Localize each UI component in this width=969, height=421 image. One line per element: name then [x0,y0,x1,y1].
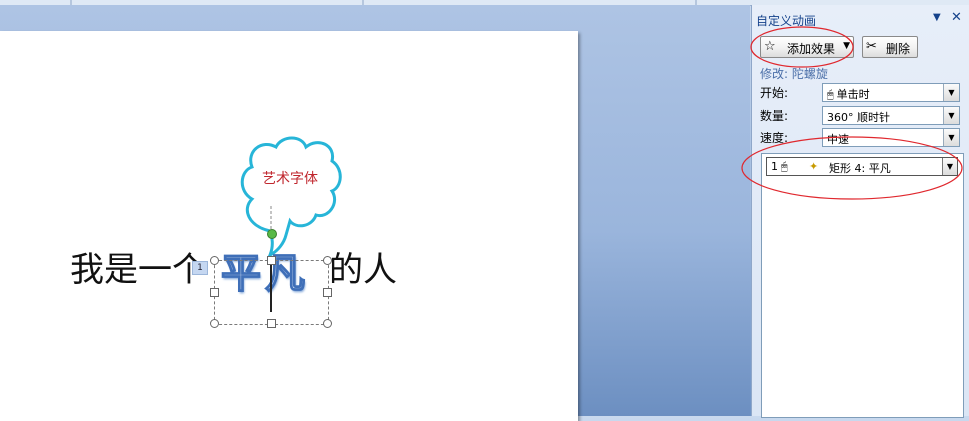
slide[interactable]: 艺术字体 我是一个 平凡 的人 1 [0,31,578,421]
speed-select[interactable]: 中速 ▼ [822,128,960,147]
custom-animation-pane: 自定义动画 ▼ ✕ ☆ 添加效果 ▼ ✂ 删除 修改: 陀螺旋 开始: 🖱 单击时… [751,5,969,418]
chevron-down-icon[interactable]: ▼ [943,84,959,101]
mouse-icon: 🖱 [827,88,834,101]
resize-handle-bottom[interactable] [267,319,276,328]
start-value: 单击时 [836,88,870,101]
resize-handle-top-left[interactable] [210,256,219,265]
add-effect-button[interactable]: ☆ 添加效果 ▼ [760,36,854,58]
callout-text[interactable]: 艺术字体 [262,168,318,188]
list-item[interactable]: 1 🖱 ✦ 矩形 4: 平凡 ▼ [766,157,958,176]
resize-handle-top[interactable] [267,256,276,265]
resize-handle-left[interactable] [210,288,219,297]
amount-value: 360° 顺时针 [827,111,890,124]
delete-label: 删除 [886,42,911,56]
speed-label: 速度: [760,131,789,145]
pane-header: 自定义动画 ▼ ✕ [752,9,969,28]
pane-options-icon[interactable]: ▼ [933,12,941,23]
resize-handle-bottom-left[interactable] [210,319,219,328]
star-icon: ☆ [764,39,776,54]
add-effect-label: 添加效果 [787,42,836,56]
close-icon[interactable]: ✕ [951,10,962,25]
resize-handle-bottom-right[interactable] [323,319,332,328]
slide-editing-area: 艺术字体 我是一个 平凡 的人 1 [0,5,750,421]
modify-effect-label: 修改: 陀螺旋 [760,67,828,81]
start-select[interactable]: 🖱 单击时 ▼ [822,83,960,102]
text-cursor [270,264,272,312]
list-item-label: 矩形 4: 平凡 [829,162,891,175]
chevron-down-icon[interactable]: ▼ [942,158,957,175]
rotation-handle[interactable] [267,229,277,239]
amount-label: 数量: [760,109,789,123]
slide-text-right[interactable]: 的人 [329,253,397,287]
delete-button[interactable]: ✂ 删除 [862,36,918,58]
animation-list[interactable]: 1 🖱 ✦ 矩形 4: 平凡 ▼ [761,153,964,418]
speed-value: 中速 [827,133,849,146]
slide-text-left[interactable]: 我是一个 [70,253,206,287]
list-item-index: 1 [771,160,778,173]
pane-title: 自定义动画 [756,14,817,28]
chevron-down-icon[interactable]: ▼ [943,129,959,146]
thought-callout-shape[interactable] [0,31,578,421]
animation-order-tag[interactable]: 1 [192,261,208,275]
mouse-icon: 🖱 [781,160,788,173]
chevron-down-icon[interactable]: ▼ [943,107,959,124]
delete-icon: ✂ [866,39,877,54]
resize-handle-top-right[interactable] [323,256,332,265]
start-label: 开始: [760,86,789,100]
star-burst-icon: ✦ [809,160,819,173]
amount-select[interactable]: 360° 顺时针 ▼ [822,106,960,125]
chevron-down-icon: ▼ [843,41,850,51]
resize-handle-right[interactable] [323,288,332,297]
